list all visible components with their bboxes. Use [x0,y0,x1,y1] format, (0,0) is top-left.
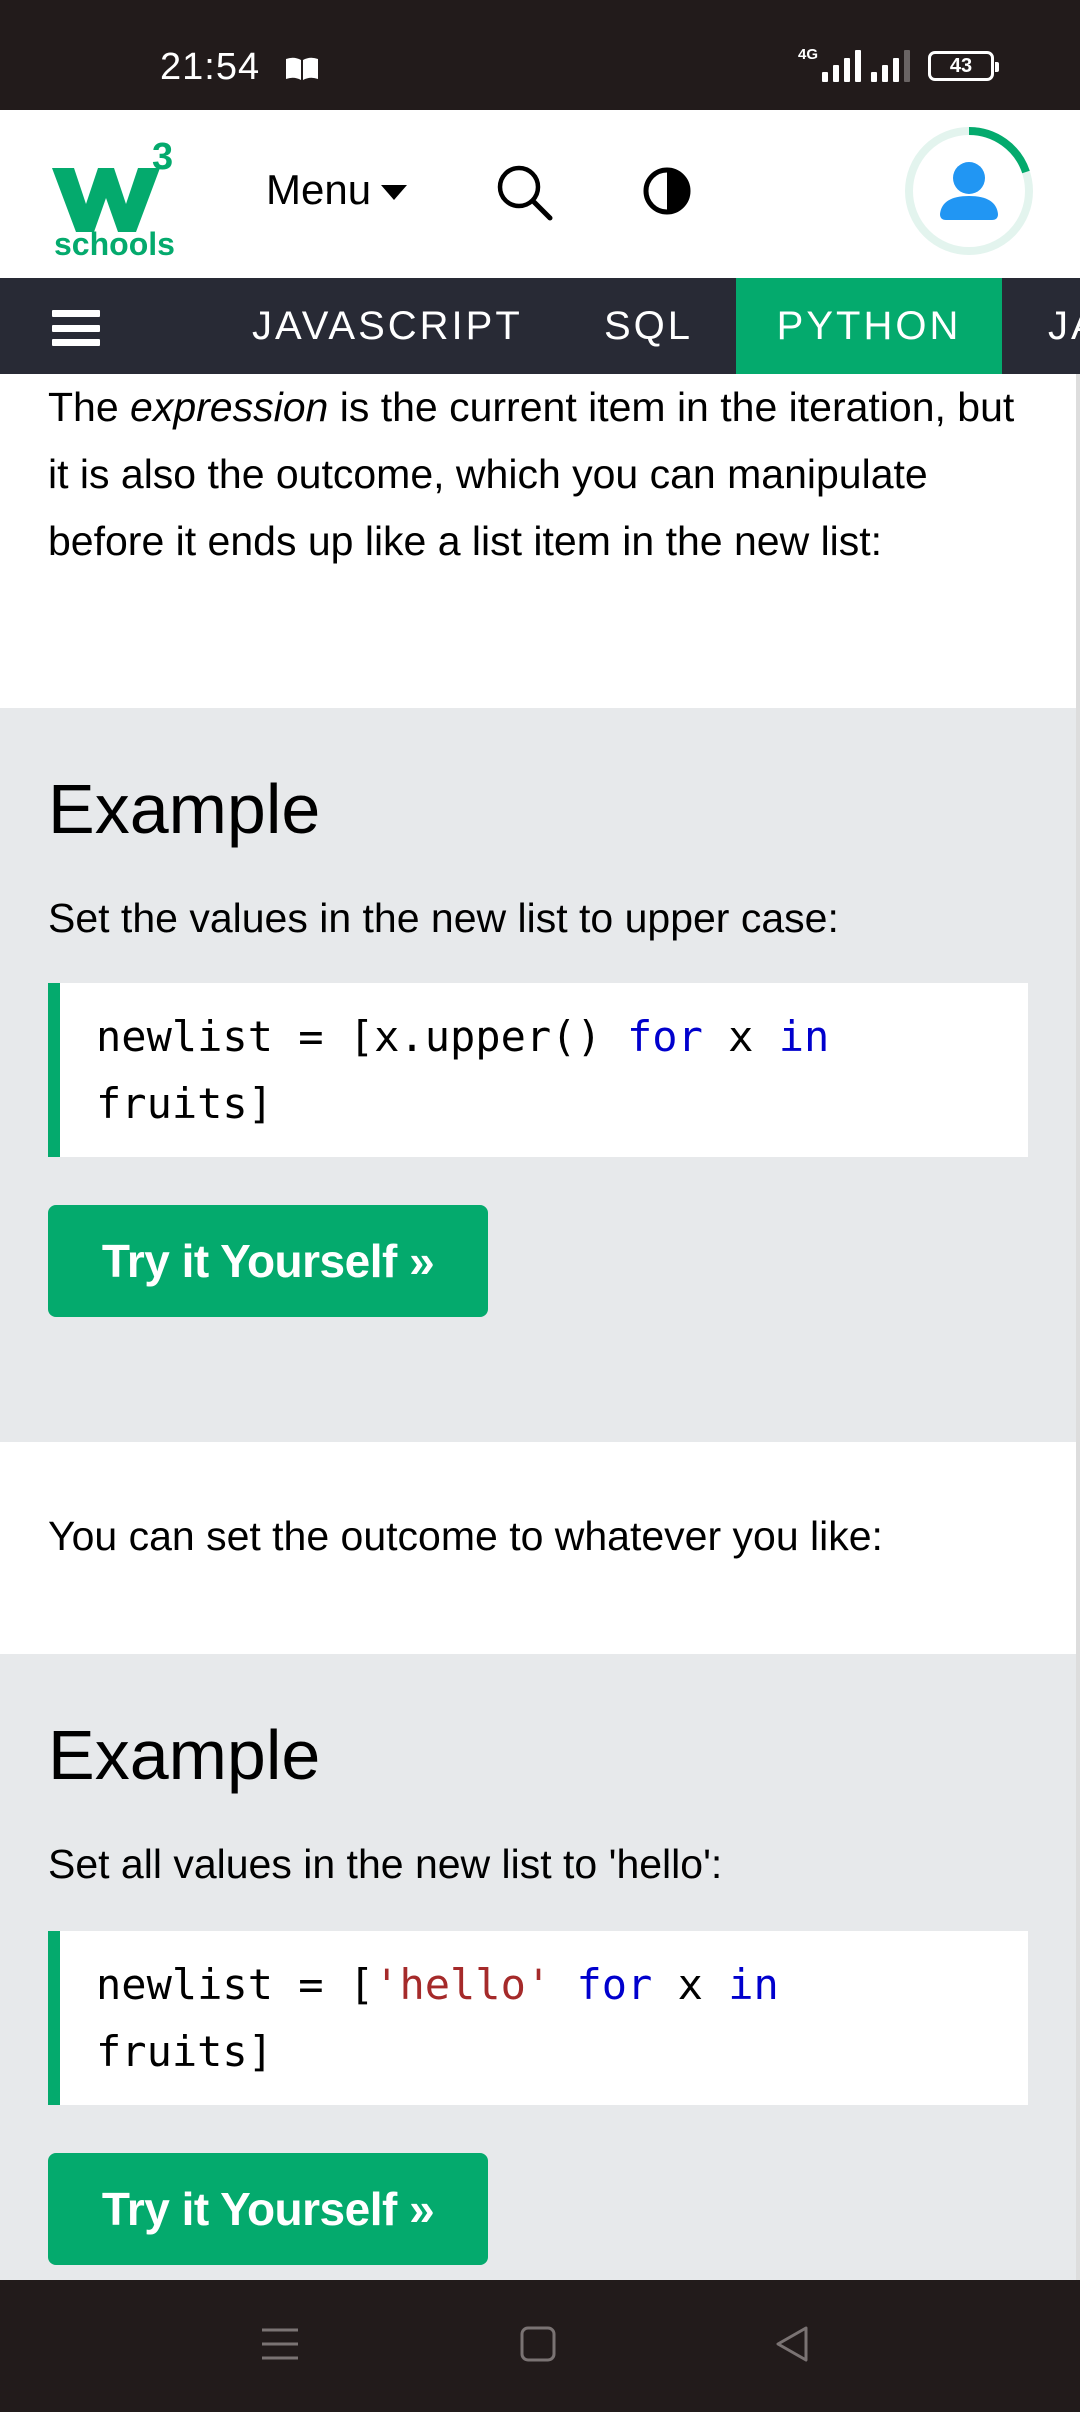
signal-strength-icon [822,50,861,82]
status-time: 21:54 [160,46,261,88]
status-indicators: 4G 43 [798,46,999,82]
user-avatar-icon[interactable] [902,124,1036,258]
code-text: fruits] [96,2027,274,2077]
tab-python-label: PYTHON [776,304,962,348]
code-text: newlist = [x.upper() [96,1012,628,1062]
code-keyword: for [576,1960,653,2010]
topic-nav-bar: JAVASCRIPT SQL PYTHON JA [0,278,1080,374]
code-string: 'hello' [374,1960,552,2010]
example-block-2: Example Set all values in the new list t… [0,1654,1080,2354]
site-header: 3 schools Menu [0,110,1080,278]
main-content: The expression is the current item in th… [0,374,1080,2354]
status-bar: 21:54 4G 43 [0,0,1080,110]
contrast-icon[interactable] [642,166,692,216]
book-icon [286,57,318,80]
intro-text-start: The [48,384,131,430]
logo-text: schools [54,226,175,262]
code-keyword: for [627,1012,703,1062]
tab-java-label: JA [1048,304,1080,348]
system-navigation-bar [0,2280,1080,2412]
w3schools-logo[interactable]: 3 schools [52,132,177,262]
example-block-1: Example Set the values in the new list t… [0,708,1080,1442]
example-1-heading: Example [48,770,321,848]
recent-apps-icon[interactable] [260,2320,300,2368]
code-text: x [652,1960,729,2010]
caret-down-icon [381,184,408,200]
code-keyword: in [728,1960,779,2010]
tab-sql-label: SQL [604,304,694,348]
battery-icon: 43 [928,51,999,81]
code-text: x [702,1012,779,1062]
code-keyword: in [778,1012,830,1062]
middle-text: You can set the outcome to whatever you … [48,1513,883,1559]
example-2-heading: Example [48,1716,321,1794]
logo-superscript: 3 [152,136,174,178]
menu-button[interactable]: Menu [266,166,408,214]
signal-strength-secondary-icon [871,50,910,82]
example-2-description: Set all values in the new list to 'hello… [48,1841,723,1887]
back-icon[interactable] [772,2320,812,2368]
tab-python[interactable]: PYTHON [736,278,1002,374]
example-1-description: Set the values in the new list to upper … [48,895,839,941]
tab-java[interactable]: JA [1048,278,1080,374]
try-it-yourself-button-2[interactable]: Try it Yourself » [48,2153,488,2266]
tab-javascript[interactable]: JAVASCRIPT [252,278,523,374]
middle-paragraph: You can set the outcome to whatever you … [0,1442,1080,1654]
menu-label: Menu [266,166,372,213]
example-1-code[interactable]: newlist = [x.upper() for x in fruits] [48,983,1028,1158]
intro-paragraph: The expression is the current item in th… [0,374,1080,708]
battery-level: 43 [949,54,973,77]
try-it-yourself-button-1[interactable]: Try it Yourself » [48,1205,488,1318]
tab-javascript-label: JAVASCRIPT [252,304,523,348]
hamburger-menu-icon[interactable] [52,310,100,346]
network-type: 4G [797,45,818,63]
home-icon[interactable] [518,2320,558,2368]
code-text: newlist = [ [96,1960,375,2010]
example-2-code[interactable]: newlist = ['hello' for x in fruits] [48,1931,1028,2106]
search-icon[interactable] [494,162,554,222]
intro-emphasis: expression [130,384,329,430]
code-text: fruits] [96,1079,274,1129]
tab-sql[interactable]: SQL [604,278,693,374]
page-scrollbar[interactable] [1076,374,1080,2280]
